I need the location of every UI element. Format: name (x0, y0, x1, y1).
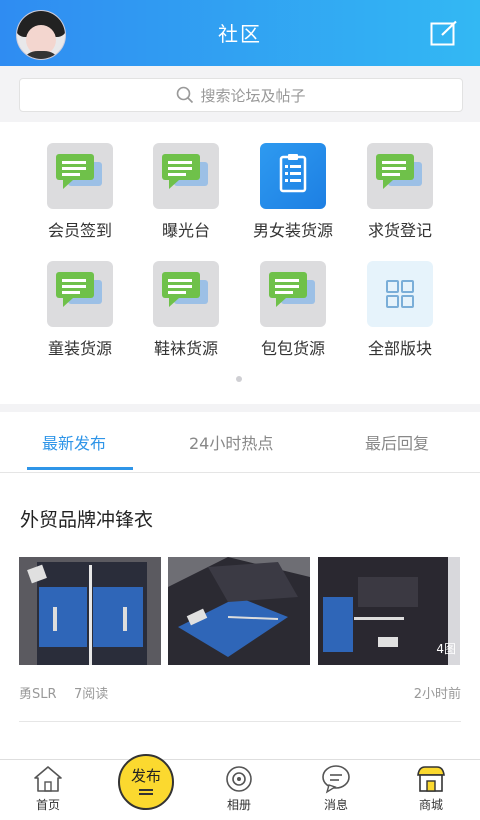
post-card[interactable]: 外贸品牌冲锋衣 4图 勇SLR 7阅读 2小时前 (0, 473, 480, 759)
message-icon (322, 765, 350, 794)
category-exposure[interactable]: 曝光台 (132, 143, 240, 241)
category-kids-source[interactable]: 童装货源 (26, 261, 134, 359)
page-title: 社区 (218, 22, 262, 46)
compose-icon[interactable] (430, 20, 458, 46)
category-label: 男女装货源 (252, 221, 333, 240)
nav-label: 消息 (323, 798, 348, 812)
post-tabs: 最新发布 24小时热点 最后回复 (0, 412, 480, 473)
chat-bubbles-icon (260, 261, 326, 327)
chat-bubbles-icon (47, 143, 113, 209)
category-label: 包包货源 (260, 339, 325, 358)
post-image[interactable]: 4图 (318, 557, 460, 665)
category-bags-source[interactable]: 包包货源 (239, 261, 347, 359)
category-shoes-source[interactable]: 鞋袜货源 (132, 261, 240, 359)
chat-bubbles-icon (153, 143, 219, 209)
publish-button[interactable]: 发布 (118, 754, 174, 810)
category-label: 曝光台 (161, 221, 210, 240)
post-author[interactable]: 勇SLR (19, 683, 57, 702)
nav-label: 商城 (418, 798, 443, 812)
category-label: 童装货源 (47, 339, 112, 358)
category-wanted[interactable]: 求货登记 (346, 143, 454, 241)
nav-home[interactable]: 首页 (13, 764, 83, 813)
page-indicator-dot (236, 376, 242, 382)
tab-latest[interactable]: 最新发布 (42, 430, 106, 454)
search-input[interactable]: 搜索论坛及帖子 (19, 78, 463, 112)
post-image[interactable] (168, 557, 310, 665)
category-all-boards[interactable]: 全部版块 (346, 261, 454, 359)
grid-icon (367, 261, 433, 327)
search-placeholder: 搜索论坛及帖子 (200, 86, 306, 105)
search-area: 搜索论坛及帖子 (0, 66, 480, 122)
tab-last-reply[interactable]: 最后回复 (365, 430, 429, 454)
nav-shop[interactable]: 商城 (396, 764, 466, 813)
shop-icon (417, 766, 445, 792)
bottom-nav: 首页 发布 相册 消息 商城 (0, 754, 480, 820)
category-member-checkin[interactable]: 会员签到 (26, 143, 134, 241)
top-bar: 社区 (0, 0, 480, 66)
publish-icon (139, 789, 153, 791)
tab-24h-hot[interactable]: 24小时热点 (189, 430, 273, 454)
nav-messages[interactable]: 消息 (301, 764, 371, 813)
nav-label: 相册 (226, 798, 251, 812)
category-label: 鞋袜货源 (153, 339, 218, 358)
category-label: 会员签到 (47, 221, 112, 240)
image-count-badge: 4图 (436, 642, 456, 656)
category-grid: 会员签到 曝光台 男女装货源 求货登记 童装货源 鞋袜货源 包包货源 全部版块 (0, 122, 480, 404)
post-time: 2小时前 (413, 687, 461, 702)
category-label: 求货登记 (367, 221, 432, 240)
nav-label: 首页 (35, 798, 60, 812)
search-icon (177, 86, 194, 104)
category-label: 全部版块 (367, 339, 432, 358)
album-icon (226, 766, 252, 792)
publish-label: 发布 (130, 767, 161, 785)
post-divider (19, 721, 461, 722)
chat-bubbles-icon (367, 143, 433, 209)
active-tab-indicator (27, 467, 133, 470)
post-title[interactable]: 外贸品牌冲锋衣 (20, 505, 153, 532)
chat-bubbles-icon (47, 261, 113, 327)
home-icon (34, 766, 62, 792)
nav-album[interactable]: 相册 (204, 764, 274, 813)
clipboard-list-icon (260, 143, 326, 209)
post-image[interactable] (19, 557, 161, 665)
post-read-count: 7阅读 (74, 687, 109, 702)
chat-bubbles-icon (153, 261, 219, 327)
avatar-body (25, 51, 57, 59)
category-clothing-source[interactable]: 男女装货源 (239, 143, 347, 241)
